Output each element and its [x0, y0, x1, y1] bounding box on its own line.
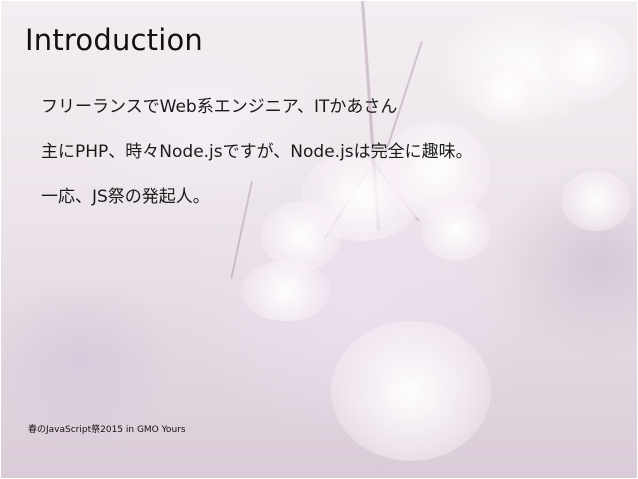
intro-list: フリーランスでWeb系エンジニア、ITかあさん 主にPHP、時々Node.jsで…: [41, 95, 473, 230]
intro-line: 主にPHP、時々Node.jsですが、Node.jsは完全に趣味。: [41, 142, 473, 162]
slide-footer: 春のJavaScript祭2015 in GMO Yours: [28, 425, 186, 435]
intro-line: フリーランスでWeb系エンジニア、ITかあさん: [41, 97, 398, 117]
intro-line: 一応、JS祭の発起人。: [41, 187, 210, 207]
slide-title: Introduction: [25, 23, 204, 57]
slide: Introduction フリーランスでWeb系エンジニア、ITかあさん 主にP…: [1, 1, 637, 478]
